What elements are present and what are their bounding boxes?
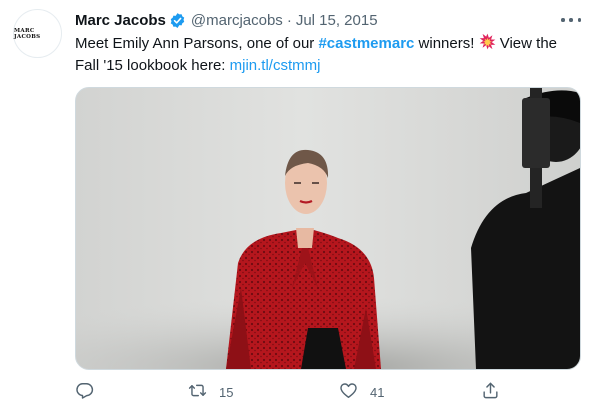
tweet-header: Marc Jacobs @marcjacobs · Jul 15, 2015 <box>75 10 378 30</box>
retweet-count: 15 <box>219 384 234 400</box>
avatar[interactable]: MARC JACOBS <box>13 9 62 58</box>
tweet-text: Meet Emily Ann Parsons, one of our #cast… <box>75 33 575 76</box>
tweet-text-middle: winners! <box>414 35 479 52</box>
more-icon[interactable] <box>561 12 581 28</box>
display-name[interactable]: Marc Jacobs <box>75 12 166 29</box>
tweet: MARC JACOBS Marc Jacobs @marcjacobs · Ju… <box>0 0 596 413</box>
like-count: 41 <box>370 384 385 400</box>
retweet-button[interactable]: 15 <box>188 381 233 403</box>
photo-model-in-studio <box>76 88 580 369</box>
tweet-photo[interactable] <box>75 87 581 370</box>
heart-icon <box>339 381 358 403</box>
tweet-text-intro: Meet Emily Ann Parsons, one of our <box>75 35 319 52</box>
user-handle[interactable]: @marcjacobs <box>191 12 283 29</box>
collision-emoji-icon <box>479 33 496 56</box>
share-button[interactable] <box>481 381 500 403</box>
hashtag-link[interactable]: #castmemarc <box>318 35 414 52</box>
lookbook-link[interactable]: mjin.tl/cstmmj <box>230 57 321 74</box>
action-bar: 15 41 <box>75 381 581 403</box>
verified-badge-icon <box>169 12 186 29</box>
avatar-logo-text: MARC JACOBS <box>14 27 41 40</box>
retweet-icon <box>188 381 207 403</box>
share-icon <box>481 381 500 403</box>
header-separator: · <box>286 11 292 29</box>
tweet-date[interactable]: Jul 15, 2015 <box>296 12 378 29</box>
reply-button[interactable] <box>75 381 94 403</box>
like-button[interactable]: 41 <box>339 381 384 403</box>
reply-icon <box>75 381 94 403</box>
